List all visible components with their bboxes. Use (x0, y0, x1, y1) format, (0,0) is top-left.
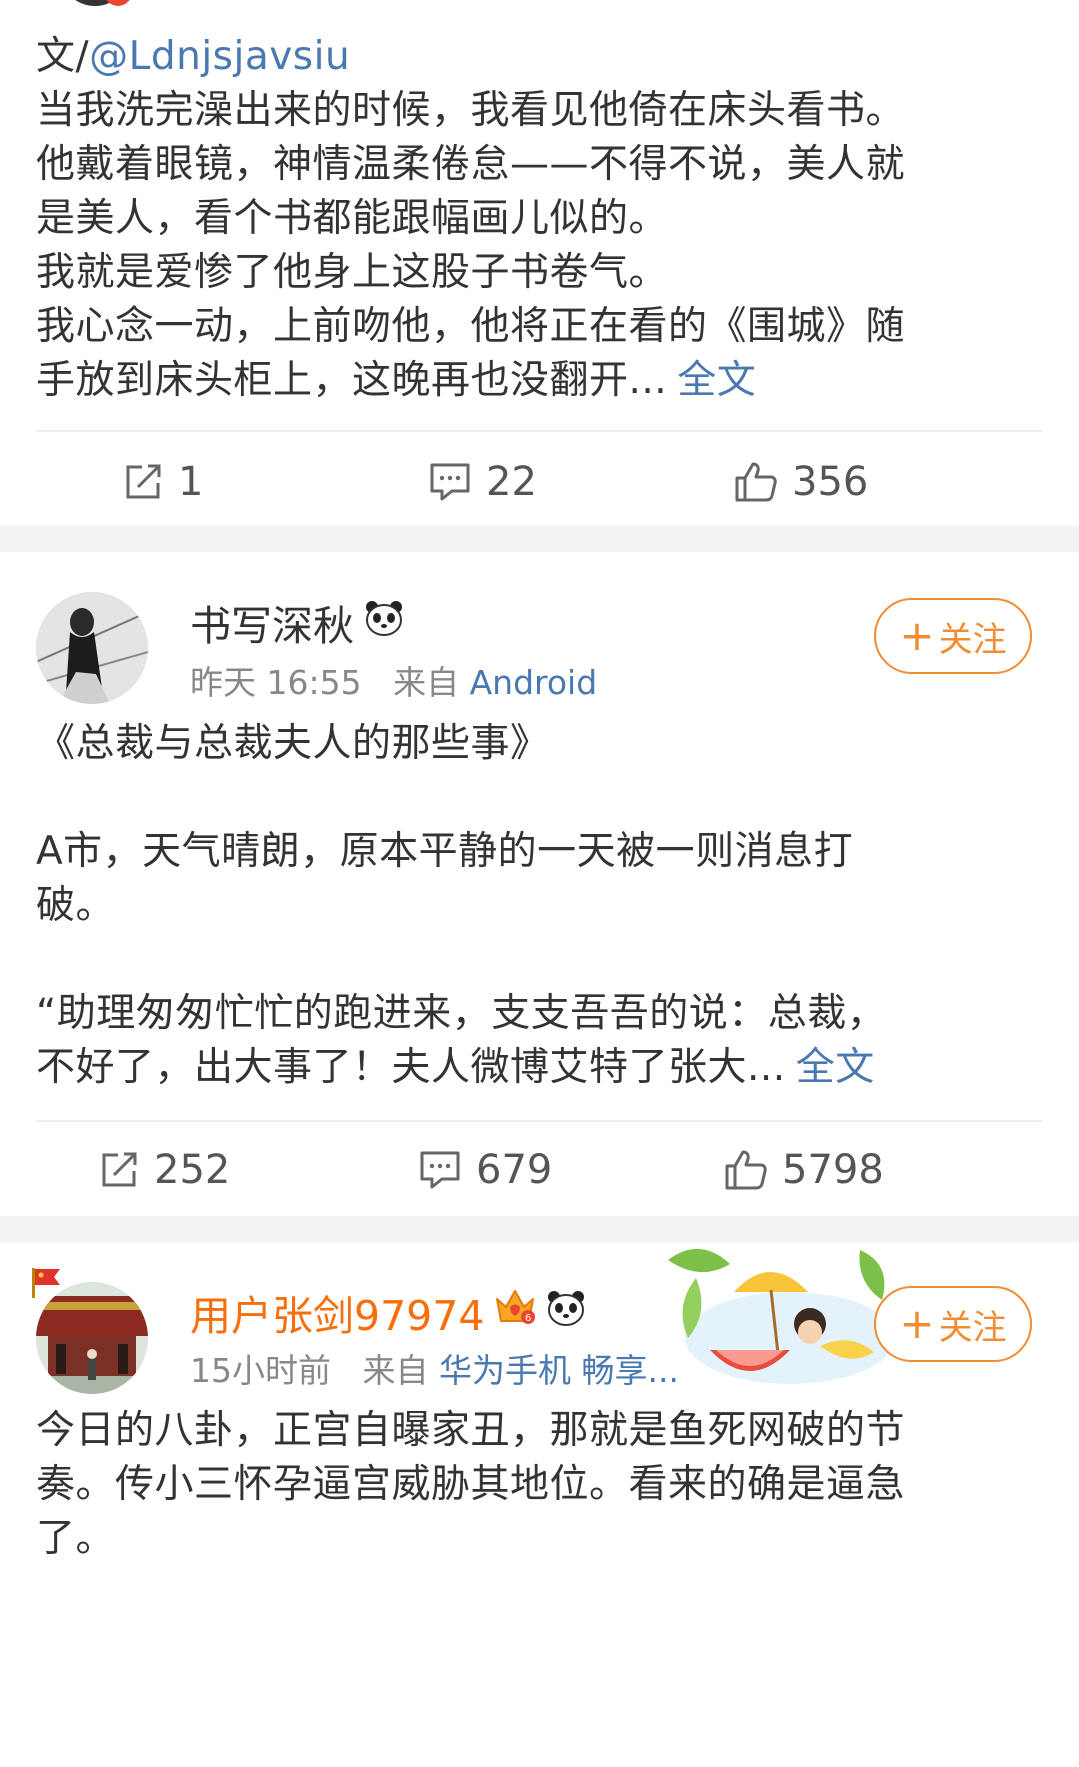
crown-vip-icon: 6 (494, 1287, 536, 1337)
post-2-line (36, 933, 1036, 987)
repost-icon (126, 464, 161, 499)
post-1-line: 是美人，看个书都能跟幅画儿似的。 (36, 196, 669, 241)
repost-count: 252 (154, 1147, 231, 1193)
post-1-line: 我心念一动，上前吻他，他将正在看的《围城》随 (36, 304, 906, 349)
from-label: 来自 (362, 1351, 429, 1390)
flag-badge (30, 1266, 64, 1304)
post-1-line: 当我洗完澡出来的时候，我看见他倚在床头看书。 (36, 88, 906, 133)
author-prefix: 文/ (36, 34, 90, 79)
like-button[interactable]: 356 (734, 454, 868, 510)
like-button[interactable]: 5798 (724, 1142, 884, 1198)
follow-label: 关注 (938, 1307, 1007, 1348)
like-count: 356 (792, 459, 869, 505)
post-meta: 15小时前 来自 华为手机 畅享... (190, 1344, 679, 1392)
follow-button[interactable]: + 关注 (874, 1286, 1032, 1362)
like-icon (735, 462, 777, 502)
svg-text:6: 6 (525, 1313, 531, 1324)
username[interactable]: 书写深秋 (190, 592, 404, 652)
from-label: 来自 (393, 663, 460, 702)
post-2-line: 《总裁与总裁夫人的那些事》 (36, 721, 550, 766)
post-time: 15小时前 (190, 1351, 331, 1390)
post-source[interactable]: Android (470, 663, 598, 702)
post-2-line: A市，天气晴朗，原本平静的一天被一则消息打 (36, 829, 854, 874)
post-1-text: 文/@Ldnjsjavsiu 当我洗完澡出来的时候，我看见他倚在床头看书。 他戴… (36, 30, 1036, 408)
post-2-line: “助理匆匆忙忙的跑进来，支支吾吾的说：总裁， (36, 991, 887, 1036)
post-time: 昨天 16:55 (190, 663, 362, 702)
comment-icon (430, 463, 470, 501)
post-2-text: 《总裁与总裁夫人的那些事》 A市，天气晴朗，原本平静的一天被一则消息打 破。 “… (36, 717, 1036, 1095)
author-mention-link[interactable]: @Ldnjsjavsiu (89, 34, 350, 79)
post-2-last-line: 不好了，出大事了！夫人微博艾特了张大... (36, 1045, 786, 1090)
post-1-line: 我就是爱惨了他身上这股子书卷气。 (36, 250, 669, 295)
panda-icon (546, 1288, 586, 1336)
divider (36, 1120, 1043, 1122)
post-card-1: 文/@Ldnjsjavsiu 当我洗完澡出来的时候，我看见他倚在床头看书。 他戴… (0, 0, 1079, 526)
post-3-line: 奏。传小三怀孕逼宫威胁其地位。看来的确是逼急 (36, 1462, 906, 1507)
post-source[interactable]: 华为手机 畅享... (439, 1351, 679, 1390)
feed-separator (0, 1216, 1079, 1242)
post-3-line: 了。 (36, 1516, 116, 1561)
username-text: 用户张剑97974 (190, 1292, 485, 1340)
like-count: 5798 (782, 1147, 884, 1193)
repost-count: 1 (178, 459, 204, 505)
comment-icon (420, 1151, 460, 1189)
comment-button[interactable]: 679 (418, 1142, 552, 1198)
avatar[interactable] (36, 592, 148, 704)
feed-separator (0, 526, 1079, 552)
username[interactable]: 用户张剑97974 6 (190, 1282, 586, 1342)
plus-icon: + (899, 611, 935, 660)
post-meta: 昨天 16:55 来自 Android (190, 656, 597, 704)
like-icon (725, 1150, 767, 1190)
username-text: 书写深秋 (190, 602, 354, 650)
repost-button[interactable]: 1 (122, 454, 203, 510)
post-card-3: 用户张剑97974 6 15小时前 来自 华为手机 畅享... + 关注 今日的… (0, 1242, 1079, 1767)
repost-button[interactable]: 252 (98, 1142, 230, 1198)
full-text-link[interactable]: 全文 (677, 358, 756, 403)
post-2-line: 破。 (36, 883, 116, 928)
post-1-last-line: 手放到床头柜上，这晚再也没翻开... (36, 358, 668, 403)
repost-icon (102, 1152, 137, 1187)
comment-button[interactable]: 22 (428, 454, 537, 510)
follow-label: 关注 (938, 619, 1007, 660)
post-2-line (36, 771, 1036, 825)
post-3-text: 今日的八卦，正宫自曝家丑，那就是鱼死网破的节 奏。传小三怀孕逼宫威胁其地位。看来… (36, 1404, 1036, 1566)
post-card-2: 书写深秋 昨天 16:55 来自 Android + 关注 《总裁与总裁夫人的那… (0, 552, 1079, 1216)
card-decoration (660, 1242, 900, 1392)
divider (36, 430, 1043, 432)
full-text-link[interactable]: 全文 (796, 1045, 875, 1090)
panda-icon (364, 598, 404, 646)
comment-count: 22 (486, 459, 537, 505)
post-1-line: 他戴着眼镜，神情温柔倦怠——不得不说，美人就 (36, 142, 906, 187)
plus-icon: + (899, 1299, 935, 1348)
post-3-line: 今日的八卦，正宫自曝家丑，那就是鱼死网破的节 (36, 1408, 906, 1453)
follow-button[interactable]: + 关注 (874, 598, 1032, 674)
comment-count: 679 (476, 1147, 553, 1193)
